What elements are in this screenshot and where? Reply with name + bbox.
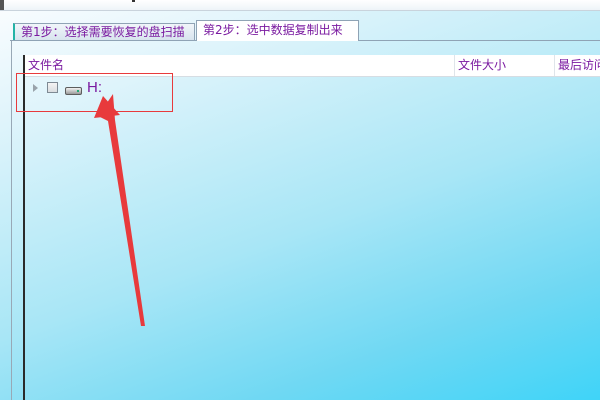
tab-step2-copy[interactable]: 第2步：选中数据复制出来	[196, 20, 359, 41]
annotation-arrow-icon	[94, 94, 145, 326]
annotation-arrow-shape	[98, 94, 145, 326]
annotation-arrow-head	[94, 96, 120, 118]
tab-step2-label: 第2步：选中数据复制出来	[203, 23, 343, 37]
